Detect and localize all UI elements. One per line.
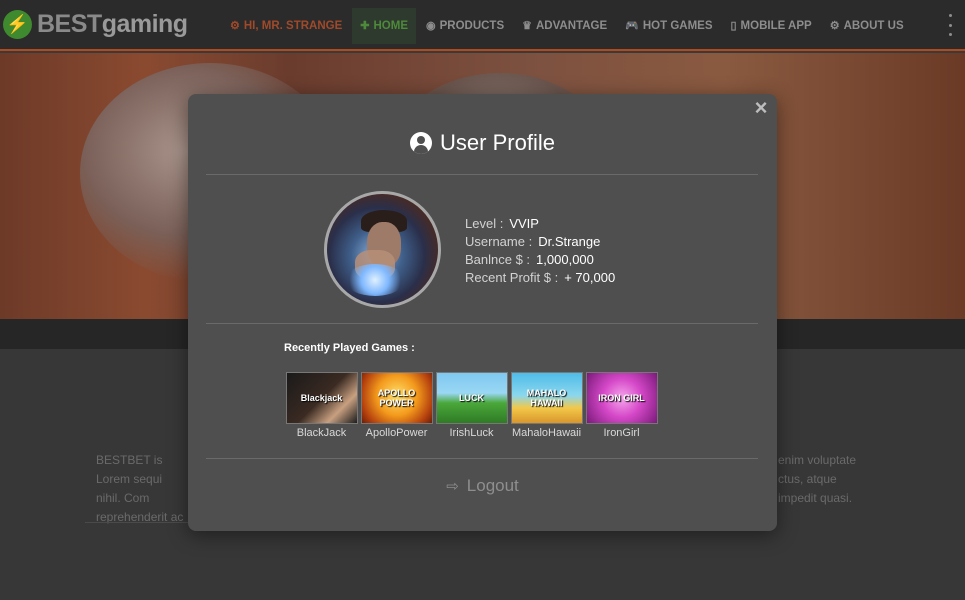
- main-nav: ⚙ Hi, Mr. Strange ✚ Home ◉ Products ♛ Ad…: [222, 0, 914, 51]
- about-text-left: BESTBET is Lorem sequi nihil. Com repreh…: [96, 453, 184, 524]
- nav-label: Hot Games: [642, 19, 713, 32]
- game-item-blackjack[interactable]: Blackjack BlackJack: [284, 372, 359, 439]
- lightning-icon: ⚡: [3, 10, 32, 39]
- username-label: Username :: [465, 234, 533, 249]
- game-name: ApolloPower: [365, 427, 428, 439]
- nav-item-mobile-app[interactable]: ▯ Mobile App: [722, 8, 819, 44]
- game-item-irongirl[interactable]: IRON GIRL IronGirl: [584, 372, 659, 439]
- logout-label: Logout: [466, 476, 519, 495]
- nav-label: Hi, Mr. Strange: [243, 19, 343, 32]
- game-thumbnail[interactable]: MAHALO HAWAII: [510, 372, 583, 424]
- nav-label: Mobile App: [740, 19, 812, 32]
- home-icon: ✚: [360, 20, 370, 32]
- divider: [206, 174, 758, 175]
- game-thumbnail[interactable]: APOLLO POWER: [360, 372, 433, 424]
- game-name: BlackJack: [296, 427, 347, 439]
- mobile-icon: ▯: [730, 20, 737, 32]
- brand-name: BESTgaming: [37, 10, 188, 38]
- level-value: VVIP: [509, 216, 539, 231]
- thumbnail-title: IRON GIRL: [598, 393, 645, 403]
- nav-label: Products: [439, 19, 505, 32]
- balance-label: Banlnce $ :: [465, 252, 531, 267]
- game-name: IronGirl: [603, 427, 640, 439]
- logout-button[interactable]: ⇨ Logout: [188, 476, 777, 496]
- nav-item-about-us[interactable]: ⚙ About Us: [822, 8, 912, 44]
- top-navbar: ⚡ BESTgaming ⚙ Hi, Mr. Strange ✚ Home ◉ …: [0, 0, 965, 51]
- game-name: MahaloHawaii: [511, 427, 582, 439]
- game-thumbnail[interactable]: Blackjack: [285, 372, 358, 424]
- user-icon: ⚙: [230, 20, 240, 32]
- username-row: Username : Dr.Strange: [465, 233, 615, 251]
- level-row: Level : VVIP: [465, 215, 615, 233]
- profit-value: + 70,000: [564, 270, 616, 285]
- brand-logo[interactable]: ⚡ BESTgaming: [3, 10, 188, 39]
- crown-icon: ♛: [522, 20, 532, 32]
- game-thumbnail[interactable]: LUCK: [435, 372, 508, 424]
- nav-item-user[interactable]: ⚙ Hi, Mr. Strange: [222, 8, 350, 44]
- profit-label: Recent Profit $ :: [465, 270, 559, 285]
- profile-info: Level : VVIP Username : Dr.Strange Banlnce…: [465, 215, 615, 287]
- gear-icon: ⚙: [829, 20, 840, 32]
- close-button[interactable]: ×: [752, 97, 770, 119]
- recent-games-label: Recently Played Games :: [284, 342, 415, 354]
- nav-label: About Us: [843, 19, 904, 32]
- game-item-irishluck[interactable]: LUCK IrishLuck: [434, 372, 509, 439]
- gamepad-icon: 🎮: [625, 20, 639, 32]
- thumbnail-title: APOLLO POWER: [377, 388, 416, 408]
- thumbnail-title: Blackjack: [300, 393, 343, 403]
- modal-header: User Profile: [188, 130, 777, 156]
- balance-row: Banlnce $ : 1,000,000: [465, 251, 615, 269]
- game-thumbnail[interactable]: IRON GIRL: [585, 372, 658, 424]
- thumbnail-title: MAHALO HAWAII: [526, 388, 567, 408]
- nav-label: Advantage: [536, 19, 608, 32]
- nav-label: Home: [373, 19, 408, 32]
- profit-row: Recent Profit $ : + 70,000: [465, 269, 615, 287]
- game-item-apollopower[interactable]: APOLLO POWER ApolloPower: [359, 372, 434, 439]
- game-name: IrishLuck: [449, 427, 494, 439]
- avatar: [324, 191, 441, 308]
- username-value: Dr.Strange: [538, 234, 601, 249]
- nav-item-hot-games[interactable]: 🎮 Hot Games: [617, 8, 720, 44]
- divider: [206, 458, 758, 459]
- sign-out-icon: ⇨: [446, 478, 459, 495]
- divider: [206, 323, 758, 324]
- nav-item-home[interactable]: ✚ Home: [352, 7, 416, 44]
- divider: [85, 522, 195, 523]
- nav-item-advantage[interactable]: ♛ Advantage: [514, 8, 615, 44]
- nav-item-products[interactable]: ◉ Products: [418, 8, 512, 44]
- balance-value: 1,000,000: [536, 252, 594, 267]
- user-circle-icon: [410, 132, 433, 154]
- modal-title: User Profile: [440, 130, 555, 155]
- thumbnail-title: LUCK: [459, 393, 484, 403]
- globe-icon: ◉: [425, 20, 436, 32]
- game-item-mahalohawaii[interactable]: MAHALO HAWAII MahaloHawaii: [509, 372, 584, 439]
- user-profile-modal: × User Profile Level : VVIP Username : Dr.…: [188, 94, 777, 531]
- recent-games-list: Blackjack BlackJack APOLLO POWER ApolloP…: [284, 372, 659, 439]
- about-text-right: enim voluptate ctus, atque impedit quasi…: [778, 453, 857, 505]
- level-label: Level :: [465, 216, 504, 231]
- kebab-menu-icon[interactable]: [947, 14, 953, 36]
